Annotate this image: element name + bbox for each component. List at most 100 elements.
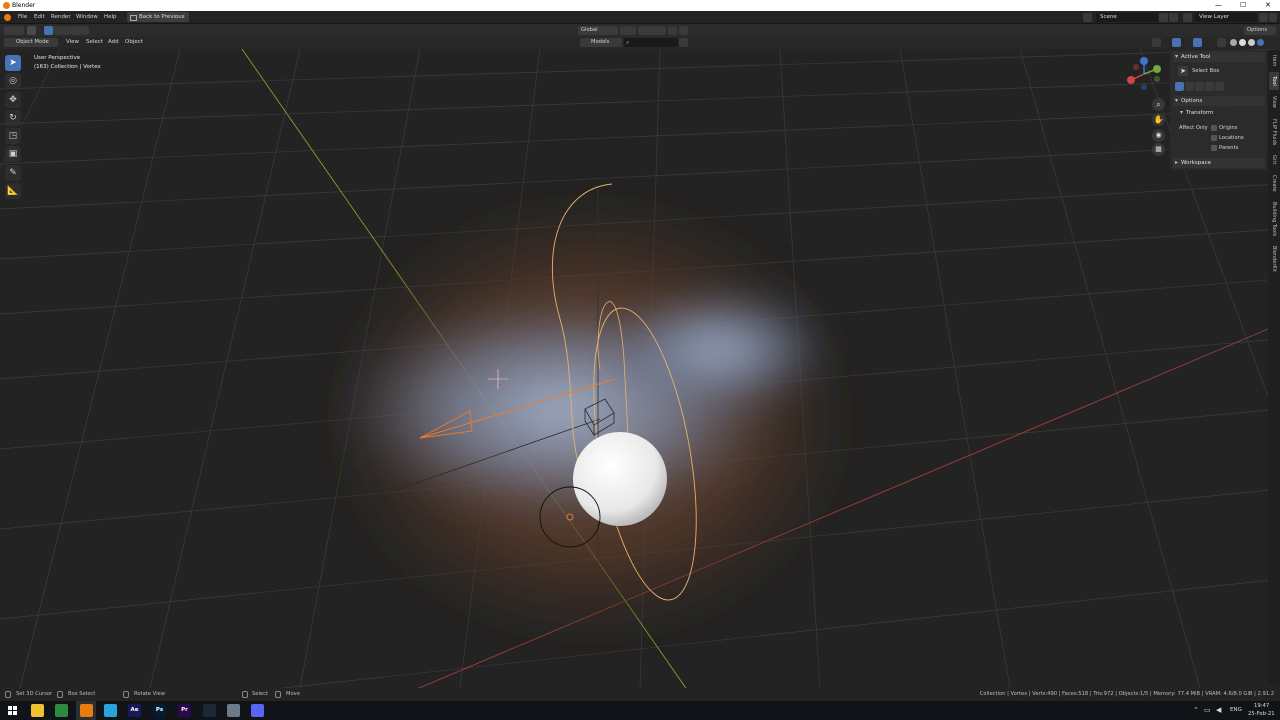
np-mode-invert-icon[interactable] bbox=[1205, 82, 1214, 91]
locations-checkbox[interactable] bbox=[1211, 135, 1217, 141]
maximize-button[interactable]: ☐ bbox=[1240, 0, 1246, 11]
file-explorer-icon[interactable] bbox=[31, 704, 44, 717]
visibility-icon[interactable] bbox=[1152, 38, 1161, 47]
origins-checkbox[interactable] bbox=[1211, 125, 1217, 131]
language-indicator[interactable]: ENG bbox=[1230, 707, 1242, 713]
rotate-tool-icon[interactable]: ↻ bbox=[5, 110, 21, 126]
np-mode-intersect-icon[interactable] bbox=[1215, 82, 1224, 91]
new-scene-icon[interactable] bbox=[1159, 13, 1168, 22]
menu-window[interactable]: Window bbox=[76, 13, 98, 22]
telegram-icon[interactable] bbox=[104, 704, 117, 717]
shading-solid-icon[interactable] bbox=[1239, 39, 1246, 46]
pivot-dropdown[interactable] bbox=[620, 26, 636, 35]
pan-hand-icon[interactable]: ✋ bbox=[1152, 113, 1165, 126]
sphere-object[interactable] bbox=[573, 432, 667, 526]
delete-scene-icon[interactable] bbox=[1169, 13, 1178, 22]
mode-intersect-icon[interactable] bbox=[80, 26, 89, 35]
after-effects-icon[interactable]: Ae bbox=[128, 704, 141, 717]
menu-add[interactable]: Add bbox=[108, 38, 119, 47]
discord-icon[interactable] bbox=[251, 704, 264, 717]
transform-tool-icon[interactable]: ▣ bbox=[5, 146, 21, 162]
np-mode-extend-icon[interactable] bbox=[1185, 82, 1194, 91]
shading-rendered-icon[interactable] bbox=[1257, 39, 1264, 46]
tab-grit[interactable]: Grit bbox=[1269, 152, 1279, 168]
3d-viewport[interactable]: User Perspective (163) Collection | Vort… bbox=[0, 49, 1280, 688]
menu-render[interactable]: Render bbox=[51, 13, 71, 22]
scale-tool-icon[interactable]: ◳ bbox=[5, 128, 21, 144]
transform-subheader[interactable]: Transform bbox=[1178, 108, 1265, 118]
windows-start-icon[interactable] bbox=[8, 706, 17, 715]
menu-view[interactable]: View bbox=[66, 38, 79, 47]
np-mode-subtract-icon[interactable] bbox=[1195, 82, 1204, 91]
menu-edit[interactable]: Edit bbox=[34, 13, 45, 22]
proportional-edit-icon[interactable] bbox=[668, 26, 677, 35]
minimize-button[interactable]: — bbox=[1215, 0, 1222, 11]
delete-view-layer-icon[interactable] bbox=[1269, 13, 1277, 22]
tab-building-tools[interactable]: Building Tools bbox=[1269, 198, 1279, 240]
perspective-toggle-icon[interactable]: ▦ bbox=[1152, 143, 1165, 156]
shading-material-icon[interactable] bbox=[1248, 39, 1255, 46]
editor-type-button[interactable] bbox=[4, 26, 24, 35]
proportional-falloff-icon[interactable] bbox=[679, 26, 688, 35]
mode-subtract-icon[interactable] bbox=[62, 26, 71, 35]
options-header[interactable]: Options bbox=[1173, 96, 1265, 106]
menu-help[interactable]: Help bbox=[104, 13, 117, 22]
cursor-tool-icon[interactable]: ◎ bbox=[5, 73, 21, 89]
snap-dropdown[interactable] bbox=[638, 26, 666, 35]
active-tool-header[interactable]: Active Tool bbox=[1173, 52, 1265, 62]
gizmo-toggle-icon[interactable] bbox=[1172, 38, 1181, 47]
blender-menu-icon[interactable] bbox=[4, 14, 11, 21]
zoom-icon[interactable]: ⌕ bbox=[1152, 98, 1165, 111]
tab-flip-fluids[interactable]: FLIP Fluids bbox=[1269, 114, 1279, 150]
menu-object[interactable]: Object bbox=[125, 38, 143, 47]
premiere-icon[interactable]: Pr bbox=[178, 704, 191, 717]
workspace-header[interactable]: Workspace bbox=[1173, 158, 1265, 168]
tab-view[interactable]: View bbox=[1269, 92, 1279, 112]
options-dropdown[interactable]: Options bbox=[1244, 26, 1276, 35]
back-to-previous-button[interactable]: Back to Previous bbox=[127, 12, 189, 22]
mode-dropdown[interactable]: Object Mode bbox=[4, 38, 58, 47]
network-icon[interactable]: ▭ bbox=[1204, 706, 1211, 714]
xray-toggle-icon[interactable] bbox=[1217, 38, 1226, 47]
mode-new-icon[interactable] bbox=[44, 26, 53, 35]
tab-blenderkit[interactable]: BlenderKit bbox=[1269, 242, 1279, 276]
tray-chevron-icon[interactable]: ⌃ bbox=[1193, 706, 1199, 714]
tab-create[interactable]: Create bbox=[1269, 170, 1279, 196]
scene-icon[interactable] bbox=[1083, 13, 1092, 22]
blender-icon[interactable] bbox=[80, 704, 93, 717]
monitor-app-icon[interactable] bbox=[227, 704, 240, 717]
camera-view-icon[interactable]: ◉ bbox=[1152, 129, 1165, 142]
search-input[interactable]: ⌕ bbox=[624, 38, 678, 47]
tab-item[interactable]: Item bbox=[1269, 52, 1279, 70]
close-button[interactable]: ✕ bbox=[1265, 0, 1271, 11]
overlay-toggle-icon[interactable] bbox=[1193, 38, 1202, 47]
clock-date[interactable]: 25-Feb-21 bbox=[1248, 711, 1275, 717]
select-tool-icon[interactable] bbox=[27, 26, 36, 35]
scene-field[interactable]: Scene bbox=[1096, 13, 1158, 22]
np-mode-new-icon[interactable] bbox=[1175, 82, 1184, 91]
shading-wireframe-icon[interactable] bbox=[1230, 39, 1237, 46]
mode-extend-icon[interactable] bbox=[53, 26, 62, 35]
view-layer-field[interactable]: View Layer bbox=[1195, 13, 1257, 22]
menu-select[interactable]: Select bbox=[86, 38, 103, 47]
navigation-gizmo[interactable] bbox=[1127, 57, 1161, 90]
mode-invert-icon[interactable] bbox=[71, 26, 80, 35]
select-box-tool-icon[interactable]: ➤ bbox=[5, 55, 21, 71]
measure-tool-icon[interactable]: 📐 bbox=[5, 183, 21, 199]
new-view-layer-icon[interactable] bbox=[1259, 13, 1268, 22]
menu-file[interactable]: File bbox=[18, 13, 27, 22]
models-dropdown[interactable]: Models bbox=[580, 38, 622, 47]
move-tool-icon[interactable]: ✥ bbox=[5, 92, 21, 108]
tab-tool[interactable]: Tool bbox=[1269, 72, 1279, 90]
annotate-tool-icon[interactable]: ✎ bbox=[5, 165, 21, 181]
view-layer-icon[interactable] bbox=[1183, 13, 1192, 22]
volume-icon[interactable]: ◀ bbox=[1216, 706, 1221, 714]
orientation-dropdown[interactable]: Global bbox=[578, 26, 618, 35]
chrome-icon[interactable] bbox=[55, 704, 68, 717]
parents-checkbox[interactable] bbox=[1211, 145, 1217, 151]
select-box-icon[interactable]: ➤ bbox=[1178, 66, 1188, 76]
steam-icon[interactable] bbox=[203, 704, 216, 717]
filter-icon[interactable] bbox=[679, 38, 688, 47]
clock-time[interactable]: 19:47 bbox=[1254, 703, 1269, 709]
photoshop-icon[interactable]: Ps bbox=[153, 704, 166, 717]
